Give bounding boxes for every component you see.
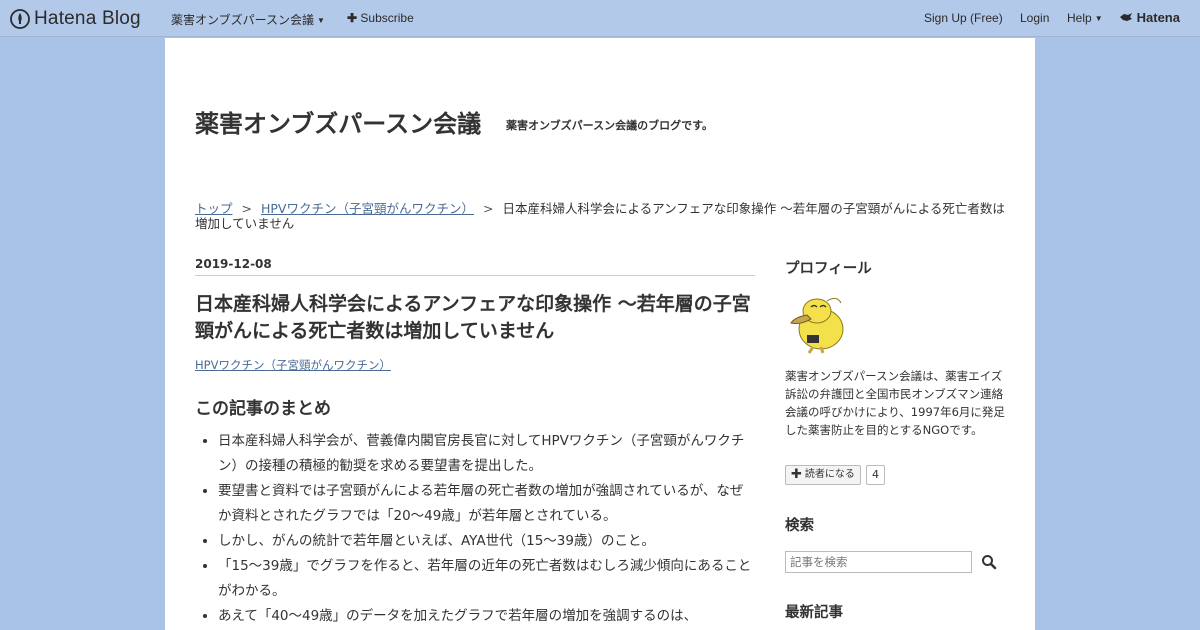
entry-title[interactable]: 日本産科婦人科学会によるアンフェアな印象操作 ～若年層の子宮頸がんによる死亡者数… [195, 291, 755, 345]
hatena-blog-logo[interactable]: Hatena Blog [10, 7, 141, 31]
breadcrumb: トップ > HPVワクチン（子宮頸がんワクチン） > 日本産科婦人科学会によるアンフェア… [195, 201, 1005, 231]
entry-category-link[interactable]: HPVワクチン（子宮頸がんワクチン） [195, 357, 391, 373]
search-icon[interactable] [981, 554, 997, 570]
plus-icon: ✚ [791, 467, 802, 482]
list-item: あえて「40～49歳」のデータを加えたグラフで若年層の増加を強調するのは、 [218, 604, 755, 629]
profile-heading: プロフィール [785, 261, 872, 277]
help-dropdown[interactable]: Help ▼ [1067, 11, 1103, 25]
reader-count-badge[interactable]: 4 [866, 465, 885, 485]
hatena-bird-icon [1120, 13, 1132, 21]
breadcrumb-separator: > [241, 201, 252, 216]
reader-button-label: 読者になる [804, 469, 855, 480]
summary-heading: この記事のまとめ [195, 399, 331, 419]
breadcrumb-category-link[interactable]: HPVワクチン（子宮頸がんワクチン） [261, 201, 474, 216]
profile-text: 薬害オンブズパースン会議は、薬害エイズ訴訟の弁護団と全国市民オンブズマン連絡会議… [785, 369, 1005, 437]
caret-down-icon: ▼ [317, 16, 325, 25]
blog-description: 薬害オンブズパースン会議のブログです。 [506, 119, 714, 132]
subscribe-button[interactable]: ✚ Subscribe [347, 11, 414, 25]
subscribe-reader-button[interactable]: ✚ 読者になる [785, 465, 861, 485]
latest-entries-heading: 最新記事 [785, 605, 843, 621]
help-label: Help [1067, 11, 1092, 25]
logo-text: Hatena Blog [34, 8, 141, 29]
list-item: 要望書と資料では子宮頸がんによる若年層の死亡者数の増加が強調されているが、なぜか… [218, 479, 755, 529]
summary-list: 日本産科婦人科学会が、菅義偉内閣官房長官に対してHPVワクチン（子宮頸がんワクチ… [195, 429, 755, 629]
plus-icon: ✚ [347, 11, 358, 25]
blog-menu-dropdown[interactable]: 薬害オンブズパースン会議 ▼ [171, 11, 325, 28]
breadcrumb-top-link[interactable]: トップ [195, 201, 233, 216]
entry-date[interactable]: 2019-12-08 [195, 257, 755, 276]
hatena-logo[interactable]: Hatena [1119, 10, 1180, 25]
blog-menu-label: 薬害オンブズパースン会議 [171, 13, 315, 27]
login-link[interactable]: Login [1020, 11, 1049, 25]
list-item: しかし、がんの統計で若年層といえば、AYA世代（15～39歳）のこと。 [218, 529, 755, 554]
signup-link[interactable]: Sign Up (Free) [924, 11, 1003, 25]
blog-panel: 薬害オンブズパースン会議 薬害オンブズパースン会議のブログです。 トップ > HPV… [165, 38, 1035, 630]
search-heading: 検索 [785, 518, 814, 534]
list-item: 日本産科婦人科学会が、菅義偉内閣官房長官に対してHPVワクチン（子宮頸がんワクチ… [218, 429, 755, 479]
breadcrumb-separator: > [483, 201, 494, 216]
hatena-label: Hatena [1136, 10, 1180, 25]
duck-avatar[interactable] [785, 291, 851, 357]
subscribe-label: Subscribe [360, 11, 414, 25]
blog-title[interactable]: 薬害オンブズパースン会議 [195, 104, 481, 139]
hatena-blog-logo-icon [10, 9, 30, 29]
search-input[interactable] [785, 551, 972, 573]
top-navbar: Hatena Blog 薬害オンブズパースン会議 ▼ ✚ Subscribe Si… [0, 0, 1200, 37]
list-item: 「15～39歳」でグラフを作ると、若年層の近年の死亡者数はむしろ減少傾向にあるこ… [218, 554, 755, 604]
caret-down-icon: ▼ [1094, 14, 1103, 23]
